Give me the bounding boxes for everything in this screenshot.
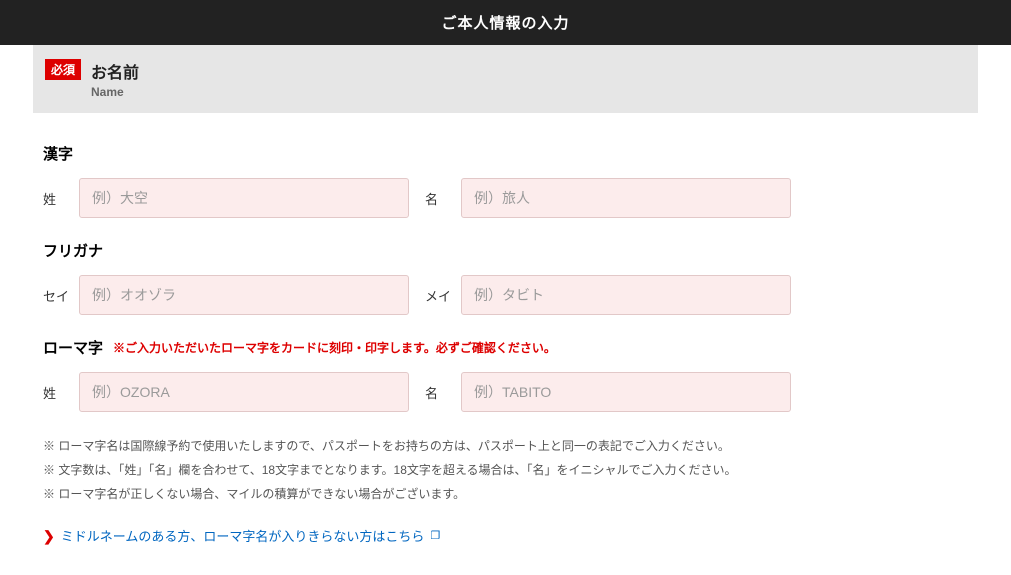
romaji-last-label: 姓 xyxy=(43,383,71,402)
section-header: 必須 お名前 Name xyxy=(33,45,978,113)
section-title-jp: お名前 xyxy=(91,59,139,83)
furigana-first-label: メイ xyxy=(425,286,453,305)
romaji-first-label: 名 xyxy=(425,383,453,402)
kanji-first-label: 名 xyxy=(425,189,453,208)
section-title-en: Name xyxy=(91,85,139,99)
kanji-last-label: 姓 xyxy=(43,189,71,208)
furigana-heading: フリガナ xyxy=(43,240,103,261)
chevron-right-icon: ❯ xyxy=(43,529,55,543)
note-2: ※ 文字数は、「姓」「名」欄を合わせて、18文字までとなります。18文字を超える… xyxy=(43,458,968,482)
romaji-heading: ローマ字 xyxy=(43,337,103,358)
furigana-first-input[interactable] xyxy=(461,275,791,315)
external-link-icon: ❐ xyxy=(430,529,440,542)
page-header: ご本人情報の入力 xyxy=(0,0,1011,45)
kanji-last-input[interactable] xyxy=(79,178,409,218)
romaji-warning: ※ご入力いただいたローマ字をカードに刻印・印字します。必ずご確認ください。 xyxy=(113,339,556,356)
romaji-last-input[interactable] xyxy=(79,372,409,412)
romaji-first-input[interactable] xyxy=(461,372,791,412)
note-1: ※ ローマ字名は国際線予約で使用いたしますので、パスポートをお持ちの方は、パスポ… xyxy=(43,434,968,458)
kanji-first-input[interactable] xyxy=(461,178,791,218)
furigana-last-input[interactable] xyxy=(79,275,409,315)
notes-block: ※ ローマ字名は国際線予約で使用いたしますので、パスポートをお持ちの方は、パスポ… xyxy=(43,434,968,506)
furigana-last-label: セイ xyxy=(43,286,71,305)
kanji-heading: 漢字 xyxy=(43,143,73,164)
required-badge: 必須 xyxy=(45,59,81,80)
middle-name-link[interactable]: ミドルネームのある方、ローマ字名が入りきらない方はこちら xyxy=(61,526,425,545)
note-3: ※ ローマ字名が正しくない場合、マイルの積算ができない場合がございます。 xyxy=(43,482,968,506)
